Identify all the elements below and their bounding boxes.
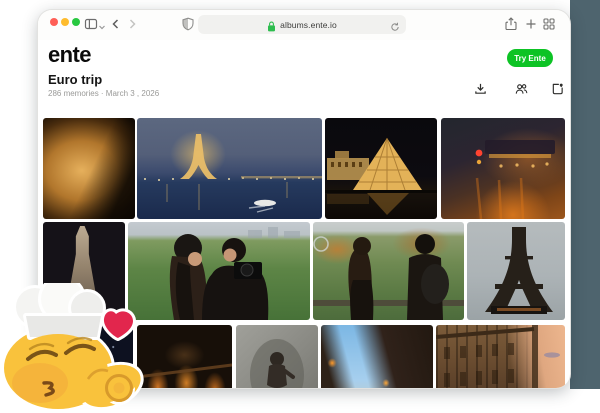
rainy-street-scene: [475, 140, 555, 219]
manneken-pis-scene: [250, 339, 304, 388]
photo-tile[interactable]: [43, 118, 135, 219]
photo-tile[interactable]: [436, 325, 565, 388]
eiffel-below-scene: [485, 227, 553, 314]
photo-tile[interactable]: [325, 118, 437, 219]
zoom-button[interactable]: [72, 18, 80, 26]
backdrop-strip: [570, 0, 600, 389]
lock-icon: [267, 19, 276, 32]
autumn-park-scene: [313, 234, 464, 320]
photo-tile[interactable]: [137, 325, 232, 388]
chevron-down-icon[interactable]: [98, 19, 106, 35]
eiffel-river-scene: [144, 134, 322, 213]
back-icon[interactable]: [109, 16, 123, 32]
try-ente-button[interactable]: Try Ente: [507, 49, 553, 67]
download-icon[interactable]: [474, 82, 487, 96]
sunset-facade-scene: [436, 325, 560, 388]
album-meta: 286 memories · March 3 , 2026: [48, 89, 160, 98]
people-icon[interactable]: [515, 82, 528, 96]
address-url: albums.ente.io: [280, 19, 337, 30]
album-heart-icon[interactable]: [551, 82, 564, 96]
browser-toolbar: albums.ente.io: [38, 10, 570, 40]
louvre-pyramid-scene: [325, 137, 437, 215]
photo-tile[interactable]: [441, 118, 565, 219]
minimize-button[interactable]: [61, 18, 69, 26]
tab-overview-icon[interactable]: [542, 16, 556, 32]
forward-icon[interactable]: [125, 16, 139, 32]
photo-tile[interactable]: [313, 222, 464, 320]
photo-tile[interactable]: [137, 118, 322, 219]
photo-tile[interactable]: [128, 222, 310, 320]
ente-logo: ente: [48, 42, 91, 67]
share-icon[interactable]: [504, 16, 518, 32]
photo-tile[interactable]: [321, 325, 433, 388]
address-bar[interactable]: albums.ente.io: [198, 15, 406, 34]
chef-kiss-emoji-sticker: [1, 283, 144, 411]
couple-camera-scene: [169, 227, 300, 320]
new-tab-icon[interactable]: [524, 16, 538, 32]
night-bridge-scene: [137, 363, 232, 379]
album-title: Euro trip: [48, 72, 103, 87]
sidebar-icon[interactable]: [84, 16, 98, 32]
reload-icon[interactable]: [390, 19, 400, 31]
photo-tile[interactable]: [236, 325, 318, 388]
close-button[interactable]: [50, 18, 58, 26]
privacy-shield-icon[interactable]: [181, 16, 195, 32]
photo-tile[interactable]: [467, 222, 565, 320]
